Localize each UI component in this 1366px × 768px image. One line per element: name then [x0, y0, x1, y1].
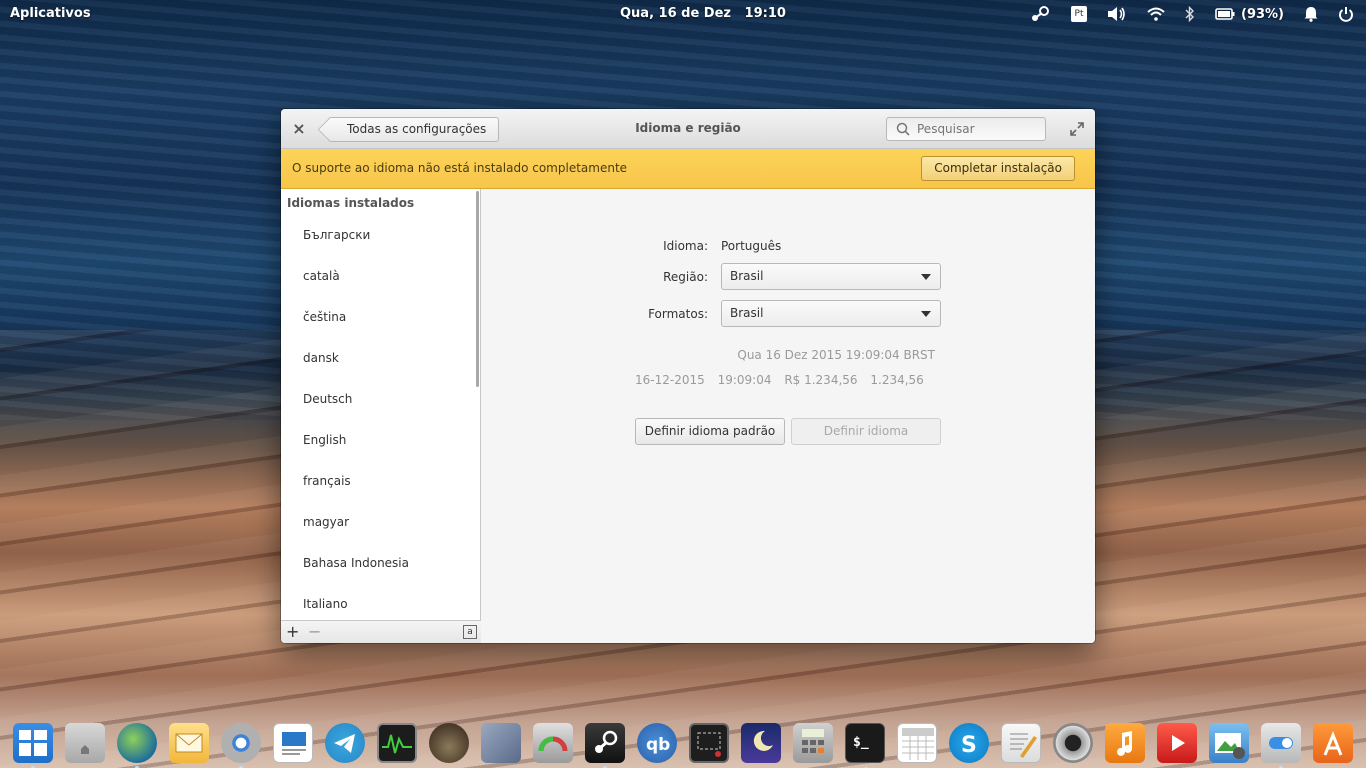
keyboard-layout-label: Pt [1071, 6, 1087, 22]
system-monitor-icon[interactable] [377, 723, 417, 763]
region-select[interactable]: Brasil [721, 263, 941, 290]
list-item[interactable]: dansk [281, 338, 477, 379]
formats-select[interactable]: Brasil [721, 300, 941, 327]
preview-date: 16-12-2015 [635, 373, 705, 387]
applications-menu[interactable]: Aplicativos [10, 6, 91, 21]
sidebar-header: Idiomas instalados [287, 196, 415, 210]
photos-icon[interactable] [1209, 723, 1249, 763]
list-item[interactable]: Bahasa Indonesia [281, 543, 477, 584]
steam-tray-icon[interactable] [1029, 4, 1051, 24]
set-language-button[interactable]: Definir idioma [791, 418, 941, 445]
terminal-icon[interactable]: $_ [845, 723, 885, 768]
list-item[interactable]: Deutsch [281, 379, 477, 420]
chevron-down-icon [921, 311, 931, 317]
keyboard-settings-button[interactable]: a [463, 625, 477, 639]
language-list[interactable]: Български català čeština dansk Deutsch E… [281, 215, 477, 620]
preview-time: 19:09:04 [717, 373, 772, 387]
remove-language-button[interactable]: − [308, 623, 321, 641]
format-preview-long: Qua 16 Dez 2015 19:09:04 BRST [737, 348, 935, 362]
list-item[interactable]: čeština [281, 297, 477, 338]
bluetooth-icon[interactable] [1185, 4, 1195, 24]
list-item[interactable]: English [281, 420, 477, 461]
language-settings-panel: Idioma: Português Região: Brasil Formato… [482, 189, 1095, 643]
infobar-message: O suporte ao idioma não está instalado c… [292, 161, 628, 175]
battery-indicator[interactable]: (93%) [1215, 4, 1284, 24]
language-region-window: × Todas as configurações Idioma e região… [281, 109, 1095, 643]
chromium-icon[interactable] [221, 723, 261, 768]
files-icon[interactable] [65, 723, 105, 763]
text-editor-icon[interactable] [1001, 723, 1041, 763]
set-default-language-button[interactable]: Definir idioma padrão [635, 418, 785, 445]
top-panel: Aplicativos Qua, 16 de Dez 19:10 Pt (93%… [0, 0, 1366, 28]
gimp-icon[interactable] [429, 723, 469, 763]
list-item[interactable]: magyar [281, 502, 477, 543]
format-preview-short: 16-12-2015 19:09:04 R$ 1.234,56 1.234,56 [635, 373, 933, 387]
volume-icon[interactable] [1107, 4, 1127, 24]
calculator-icon[interactable] [793, 723, 833, 763]
close-icon[interactable]: × [291, 121, 307, 137]
qbittorrent-icon[interactable]: qb [637, 723, 677, 763]
skype-icon[interactable]: S [949, 723, 989, 763]
preview-currency: R$ 1.234,56 [784, 373, 858, 387]
panel-clock[interactable]: Qua, 16 de Dez 19:10 [620, 6, 786, 21]
telegram-icon[interactable] [325, 723, 365, 763]
sidebar-footer: + − a [281, 620, 481, 643]
disk-usage-icon[interactable] [533, 723, 573, 763]
list-item[interactable]: Български [281, 215, 477, 256]
mail-icon[interactable] [169, 723, 209, 763]
complete-installation-button[interactable]: Completar instalação [921, 156, 1075, 181]
chevron-down-icon [921, 274, 931, 280]
list-item[interactable]: Italiano [281, 584, 477, 620]
appcenter-icon[interactable] [1313, 723, 1353, 763]
list-item[interactable]: français [281, 461, 477, 502]
search-input[interactable] [917, 122, 1037, 136]
videos-icon[interactable] [1157, 723, 1197, 763]
search-field[interactable] [886, 117, 1046, 141]
installed-languages-sidebar: Idiomas instalados Български català češt… [281, 189, 481, 643]
writer-icon[interactable] [273, 723, 313, 763]
sidebar-scrollbar[interactable] [476, 191, 479, 387]
camera-icon[interactable] [1053, 723, 1093, 763]
region-select-value: Brasil [730, 269, 764, 283]
battery-icon [1215, 8, 1235, 20]
steam-icon[interactable] [585, 723, 625, 768]
preview-number: 1.234,56 [870, 373, 924, 387]
language-value: Português [721, 239, 782, 253]
dock: qb $_ S [0, 716, 1366, 768]
wifi-icon[interactable] [1147, 4, 1165, 24]
list-item[interactable]: català [281, 256, 477, 297]
back-button[interactable]: Todas as configurações [328, 117, 500, 142]
multitasking-view-icon[interactable] [13, 723, 53, 768]
svg-text:qb: qb [646, 735, 670, 755]
incomplete-install-infobar: O suporte ao idioma não está instalado c… [281, 149, 1095, 189]
power-icon[interactable] [1338, 4, 1354, 24]
keyboard-layout-indicator[interactable]: Pt [1071, 4, 1087, 24]
region-label: Região: [663, 270, 708, 284]
battery-percentage: (93%) [1241, 6, 1284, 22]
add-language-button[interactable]: + [286, 623, 299, 641]
calendar-icon[interactable] [897, 723, 937, 763]
system-tray: Pt (93%) [1009, 4, 1354, 24]
back-button-label: Todas as configurações [347, 122, 487, 136]
formats-label: Formatos: [648, 307, 708, 321]
screenshot-icon[interactable] [689, 723, 729, 763]
language-label: Idioma: [663, 239, 708, 253]
night-sky-icon[interactable] [741, 723, 781, 763]
formats-select-value: Brasil [730, 306, 764, 320]
search-icon [896, 122, 910, 136]
svg-text:$_: $_ [853, 735, 869, 750]
svg-text:S: S [961, 733, 977, 758]
notifications-bell-icon[interactable] [1304, 4, 1318, 24]
maximize-icon[interactable] [1069, 121, 1085, 137]
chip-icon[interactable] [481, 723, 521, 763]
browser-icon[interactable] [117, 723, 157, 768]
settings-toggle-icon[interactable] [1261, 723, 1301, 768]
titlebar: × Todas as configurações Idioma e região [281, 109, 1095, 149]
music-icon[interactable] [1105, 723, 1145, 763]
